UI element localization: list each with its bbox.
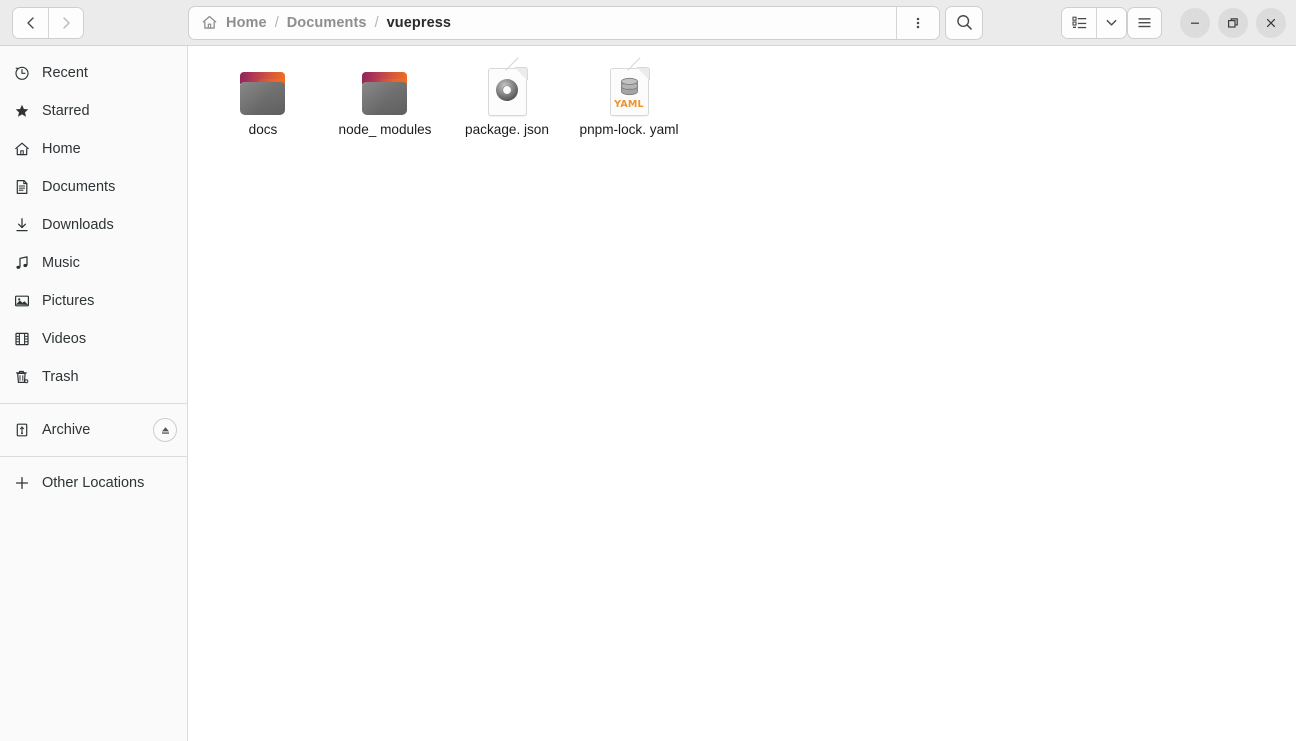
sidebar-item-label: Starred [42,103,90,119]
sidebar-separator [0,456,187,457]
plus-icon [14,475,30,491]
window-controls [1180,7,1286,38]
sidebar-item-documents[interactable]: Documents [0,168,187,206]
folder-icon [239,64,287,116]
sidebar-item-label: Trash [42,369,79,385]
header-bar: Home / Documents / vuepress [0,0,1296,46]
sidebar-item-label: Pictures [42,293,95,309]
chevron-right-icon [63,16,70,29]
usb-drive-icon [14,422,30,438]
file-grid[interactable]: docs node_ modules package. json YAML pn… [188,46,1296,741]
hamburger-icon [1138,18,1151,28]
view-mode-buttons [1061,6,1127,39]
kebab-icon [916,17,920,28]
sidebar-item-label: Downloads [42,217,114,233]
sidebar-item-home[interactable]: Home [0,130,187,168]
list-view-button[interactable] [1062,7,1096,38]
film-icon [14,331,30,347]
chevron-left-icon [26,16,34,29]
sidebar-item-pictures[interactable]: Pictures [0,282,187,320]
sidebar-separator [0,403,187,404]
file-label: node_ modules [338,122,432,137]
sidebar-item-label: Archive [42,422,91,438]
path-menu-button[interactable] [896,6,939,39]
navigation-buttons [12,6,84,39]
minimize-button[interactable] [1180,7,1210,38]
restore-icon [1227,17,1238,28]
sidebar-item-trash[interactable]: Trash [0,358,187,396]
close-button[interactable] [1256,7,1286,38]
file-label: pnpm-lock. yaml [579,122,679,137]
path-bar: Home / Documents / vuepress [188,5,940,40]
sidebar-item-recent[interactable]: Recent [0,54,187,92]
breadcrumb-separator: / [274,14,279,31]
back-button[interactable] [13,7,48,38]
clock-icon [14,65,30,81]
file-manager-window: Home / Documents / vuepress Recent Starr… [0,0,1296,741]
sidebar-item-label: Documents [42,179,116,195]
search-button[interactable] [945,5,983,40]
image-icon [14,293,30,309]
sidebar-item-label: Music [42,255,80,271]
database-icon [610,77,649,98]
breadcrumb-item-home[interactable]: Home [222,15,271,31]
download-icon [14,217,30,233]
star-icon [14,103,30,119]
sidebar-item-videos[interactable]: Videos [0,320,187,358]
breadcrumb: Home / Documents / vuepress [189,7,896,39]
forward-button[interactable] [48,7,83,38]
main-menu-button[interactable] [1127,6,1162,39]
file-item-package-json[interactable]: package. json [446,60,568,145]
sidebar-item-downloads[interactable]: Downloads [0,206,187,244]
eject-button[interactable] [153,418,177,442]
file-label: package. json [465,122,549,137]
file-item-node-modules[interactable]: node_ modules [324,60,446,145]
file-item-docs[interactable]: docs [202,60,324,145]
breadcrumb-item-vuepress[interactable]: vuepress [383,15,455,31]
sidebar-item-label: Videos [42,331,87,347]
sidebar-item-starred[interactable]: Starred [0,92,187,130]
search-icon [956,15,972,30]
sidebar-item-music[interactable]: Music [0,244,187,282]
home-icon [201,14,218,31]
sidebar-item-label: Recent [42,65,88,81]
file-label: docs [248,122,278,137]
folder-icon [361,64,409,116]
file-item-pnpm-lock-yaml[interactable]: YAML pnpm-lock. yaml [568,60,690,145]
sidebar-item-label: Home [42,141,81,157]
sidebar-item-other-locations[interactable]: Other Locations [0,464,187,502]
json-file-icon [487,64,528,116]
window-body: Recent Starred Home Documents Downloads … [0,46,1296,741]
trash-icon [14,369,30,385]
home-icon [14,141,30,157]
list-view-icon [1071,16,1086,29]
breadcrumb-item-documents[interactable]: Documents [283,15,371,31]
view-options-dropdown[interactable] [1096,7,1126,38]
music-note-icon [14,255,30,271]
sidebar: Recent Starred Home Documents Downloads … [0,46,188,741]
node-ring-icon [488,77,527,103]
close-icon [1266,18,1276,27]
yaml-badge-label: YAML [614,99,644,110]
sidebar-item-archive[interactable]: Archive [0,411,187,449]
sidebar-item-label: Other Locations [42,475,145,491]
document-icon [14,179,30,195]
yaml-file-icon: YAML [609,64,650,116]
breadcrumb-separator: / [374,14,379,31]
eject-icon [161,426,169,434]
maximize-button[interactable] [1218,7,1248,38]
minimize-icon [1191,22,1199,24]
chevron-down-icon [1106,19,1117,26]
